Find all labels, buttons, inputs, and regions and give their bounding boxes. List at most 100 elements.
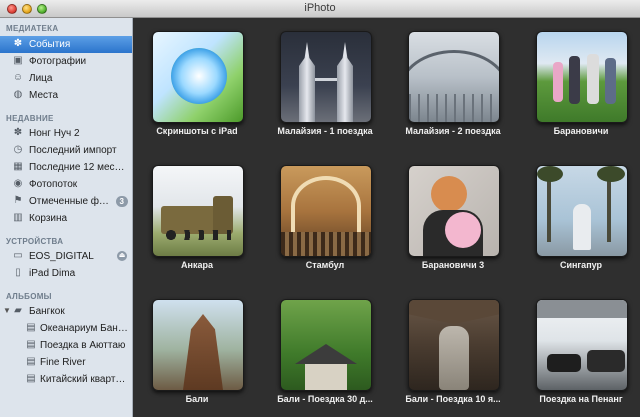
event-caption: Бали xyxy=(185,394,209,404)
window-title: iPhoto xyxy=(304,2,336,14)
temple-gate-art xyxy=(183,314,223,390)
roof-art xyxy=(537,300,627,318)
section-devices-title: УСТРОЙСТВА xyxy=(6,237,64,246)
sidebar-item-label: EOS_DIGITAL xyxy=(29,251,94,262)
sidebar-item-trash[interactable]: ▥ Корзина xyxy=(0,210,132,227)
bazaar-arch-art xyxy=(291,176,361,236)
stone-statue-art xyxy=(439,326,469,390)
event-caption: Малайзия - 1 поездка xyxy=(277,126,373,136)
event-caption: Барановичи 3 xyxy=(421,260,485,270)
sidebar-item-label: Фотографии xyxy=(29,56,87,67)
photostream-icon: ◉ xyxy=(13,178,23,189)
sidebar-item-label: События xyxy=(29,39,71,50)
section-recent-title: НЕДАВНИЕ xyxy=(6,114,54,123)
pavilion-base-art xyxy=(305,364,347,390)
flag-icon: ⚑ xyxy=(13,195,23,206)
sidebar-item-ipad[interactable]: ▯ iPad Dima xyxy=(0,265,132,282)
person-art xyxy=(587,54,599,104)
event-thumbnail[interactable] xyxy=(536,165,628,257)
sidebar-item-photos[interactable]: ▣ Фотографии xyxy=(0,53,132,70)
event-caption: Малайзия - 2 поездка xyxy=(405,126,501,136)
sidebar-item-label: iPad Dima xyxy=(29,268,76,279)
album-icon: ▤ xyxy=(26,322,36,333)
events-icon: ✽ xyxy=(13,38,23,49)
sidebar-item-label: Нонг Нуч 2 xyxy=(29,128,80,139)
places-icon: ◍ xyxy=(13,89,23,100)
sidebar-item-places[interactable]: ◍ Места xyxy=(0,87,132,104)
sidebar-item-label: Поездка в Аюттаю xyxy=(40,340,126,351)
album-icon: ▤ xyxy=(26,356,36,367)
sidebar-item-label: Fine River xyxy=(40,357,86,368)
crowd-art xyxy=(281,232,371,256)
album-icon: ▤ xyxy=(26,373,36,384)
event-thumbnail[interactable] xyxy=(280,31,372,123)
pavilion-roof-art xyxy=(295,344,357,364)
event-thumbnail[interactable] xyxy=(536,31,628,123)
event-caption: Барановичи xyxy=(553,126,609,136)
event-thumbnail[interactable] xyxy=(280,299,372,391)
sidebar-item-photostream[interactable]: ◉ Фотопоток xyxy=(0,176,132,193)
car-art xyxy=(547,354,581,372)
sidebar-item-last-import[interactable]: ◷ Последний импорт xyxy=(0,142,132,159)
sidebar-item-label: Лица xyxy=(29,73,53,84)
tower-right-art xyxy=(337,42,353,122)
palm-trunk-art xyxy=(547,172,551,242)
skybridge-art xyxy=(315,78,337,81)
sidebar-item-bangkok[interactable]: ▼ ▰ Бангкок xyxy=(0,303,132,320)
event-thumbnail[interactable] xyxy=(408,299,500,391)
faces-icon: ☺ xyxy=(12,72,24,83)
truck-cab-art xyxy=(213,196,233,234)
palm-trunk-art xyxy=(607,172,611,242)
event-thumbnail[interactable] xyxy=(408,165,500,257)
temple-roof-art xyxy=(409,300,499,324)
event-icon: ✽ xyxy=(13,127,23,138)
merlion-art xyxy=(573,204,591,250)
sidebar-item-flagged[interactable]: ⚑ Отмеченные фл... 3 xyxy=(0,193,132,210)
event-thumbnail[interactable] xyxy=(152,299,244,391)
sidebar-item-label: Места xyxy=(29,90,59,101)
eject-icon[interactable]: ⏏ xyxy=(117,251,127,261)
sidebar-item-label: Последний импорт xyxy=(29,145,117,156)
sidebar: МЕДИАТЕКА ✽ События ▣ Фотографии ☺ Лица … xyxy=(0,18,133,417)
person-art xyxy=(553,62,563,102)
sidebar-item-oceanarium[interactable]: ▤ Океанариум Бангкок xyxy=(0,320,132,337)
event-thumbnail[interactable] xyxy=(152,165,244,257)
calendar-icon: ▦ xyxy=(13,161,23,172)
event-thumbnail[interactable] xyxy=(536,299,628,391)
event-thumbnail[interactable] xyxy=(152,31,244,123)
sidebar-item-ayutthaya[interactable]: ▤ Поездка в Аюттаю xyxy=(0,337,132,354)
person-head-art xyxy=(431,176,467,212)
event-thumbnail[interactable] xyxy=(280,165,372,257)
person-art xyxy=(605,58,616,104)
palm-leaves-art xyxy=(537,166,563,182)
flagged-count-badge: 3 xyxy=(115,196,128,207)
person-art xyxy=(569,56,580,104)
sidebar-item-label: Корзина xyxy=(29,213,68,224)
sidebar-item-eos-digital[interactable]: ▭ EOS_DIGITAL ⏏ xyxy=(0,248,132,265)
ipad-icon: ▯ xyxy=(15,267,21,278)
sidebar-item-label: Бангкок xyxy=(29,306,65,317)
sidebar-item-fine-river[interactable]: ▤ Fine River xyxy=(0,354,132,371)
bridge-rails-art xyxy=(409,94,499,122)
event-thumbnail[interactable] xyxy=(408,31,500,123)
section-albums-title: АЛЬБОМЫ xyxy=(6,292,52,301)
sidebar-item-label: Последние 12 месяцев xyxy=(29,162,128,173)
tower-left-art xyxy=(299,42,315,122)
truck-wheels-art xyxy=(165,230,231,240)
clock-icon: ◷ xyxy=(13,144,23,155)
event-caption: Скриншоты с iPad xyxy=(156,126,238,136)
heart-wreath-art xyxy=(171,48,227,104)
sidebar-item-faces[interactable]: ☺ Лица xyxy=(0,70,132,87)
palm-leaves-art xyxy=(597,166,625,182)
photos-icon: ▣ xyxy=(13,55,23,66)
disclosure-triangle-icon[interactable]: ▼ xyxy=(3,306,11,315)
event-caption: Сингапур xyxy=(559,260,603,270)
sidebar-item-chinatown[interactable]: ▤ Китайский квартал... xyxy=(0,371,132,388)
sidebar-item-nong-nooch[interactable]: ✽ Нонг Нуч 2 xyxy=(0,125,132,142)
sidebar-item-label: Океанариум Бангкок xyxy=(40,323,128,334)
event-caption: Анкара xyxy=(181,260,213,270)
event-caption: Бали - Поездка 10 я... xyxy=(405,394,501,404)
sidebar-item-events[interactable]: ✽ События xyxy=(0,36,132,53)
event-caption: Бали - Поездка 30 д... xyxy=(277,394,373,404)
sidebar-item-last-12-months[interactable]: ▦ Последние 12 месяцев xyxy=(0,159,132,176)
